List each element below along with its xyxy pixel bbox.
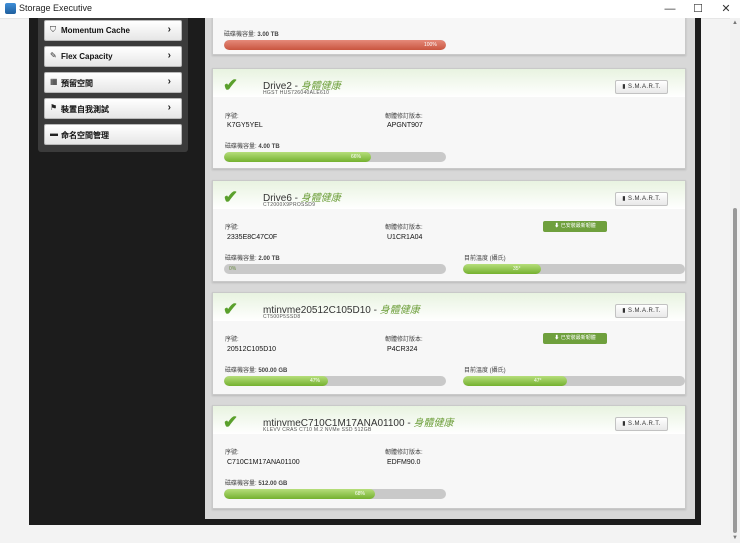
capacity-label: 磁碟機容量: 2.00 TB <box>225 256 280 262</box>
sidebar-item-flex-capacity[interactable]: ✎ Flex Capacity › <box>44 46 182 67</box>
drive-card: 磁碟機容量: 3.00 TB 100% <box>212 18 686 55</box>
sidebar-item-namespace[interactable]: ▬ 命名空間管理 <box>44 124 182 145</box>
grid-icon: ▦ <box>50 77 58 86</box>
maximize-button[interactable]: ☐ <box>684 0 712 18</box>
temperature-value: 35° <box>513 266 521 272</box>
drive-model: CT2000X9PROSSD9 <box>263 202 316 208</box>
temperature-bar-fill <box>463 264 541 274</box>
capacity-percent: 47% <box>310 378 321 384</box>
smart-button[interactable]: ▮ S.M.A.R.T. <box>615 304 668 318</box>
drive-card: ✔ mtinvmeC710C1M17ANA01100 - 身體健康 KLEVV … <box>212 405 686 509</box>
sidebar-item-label: 預留空間 <box>61 79 93 88</box>
capacity-percent: 100% <box>424 42 437 48</box>
drive-card: ✔ mtinvme20512C105D10 - 身體健康 CT500P5SSD8… <box>212 292 686 395</box>
health-status: 身體健康 <box>379 305 420 316</box>
serial-label: 序號: <box>225 225 239 231</box>
check-icon: ✔ <box>223 412 239 432</box>
health-status: 身體健康 <box>413 418 454 429</box>
chevron-right-icon: › <box>167 76 171 87</box>
check-icon: ✔ <box>223 299 239 319</box>
sidebar-item-label: Momentum Cache <box>61 26 130 35</box>
capacity-value: 4.00 TB <box>258 144 280 150</box>
title-bar: Storage Executive — ☐ ✕ <box>0 0 740 19</box>
sidebar-item-label: 命名空間管理 <box>61 131 109 140</box>
smart-button[interactable]: ▮ S.M.A.R.T. <box>615 192 668 206</box>
vertical-scrollbar[interactable]: ▲ ▼ <box>730 18 740 543</box>
capacity-bar: 66% <box>224 152 446 162</box>
sidebar-item-label: 裝置自我測試 <box>61 105 109 114</box>
close-button[interactable]: ✕ <box>712 0 740 18</box>
capacity-value: 500.00 GB <box>258 368 288 374</box>
capacity-bar: 0% <box>224 264 446 274</box>
capacity-label: 磁碟機容量: 512.00 GB <box>225 481 288 487</box>
capacity-bar-fill <box>224 152 371 162</box>
check-icon: ✔ <box>223 187 239 207</box>
firmware-value: P4CR324 <box>387 346 418 353</box>
serial-label: 序號: <box>225 337 239 343</box>
flag-icon: ⚑ <box>50 103 58 112</box>
sidebar-item-overprovisioning[interactable]: ▦ 預留空間 › <box>44 72 182 93</box>
window-title: Storage Executive <box>19 3 93 13</box>
chevron-right-icon: › <box>167 102 171 113</box>
capacity-percent: 68% <box>355 491 366 497</box>
smart-button[interactable]: ▮ S.M.A.R.T. <box>615 80 668 94</box>
smart-button[interactable]: ▮ S.M.A.R.T. <box>615 417 668 431</box>
capacity-value: 3.00 TB <box>257 32 279 38</box>
chevron-right-icon: › <box>167 50 171 61</box>
chevron-right-icon: › <box>167 24 171 35</box>
sidebar-item-self-test[interactable]: ⚑ 裝置自我測試 › <box>44 98 182 119</box>
temperature-label: 目前溫度 (攝氏) <box>464 256 506 262</box>
scroll-up-icon[interactable]: ▲ <box>732 20 738 26</box>
capacity-value: 512.00 GB <box>258 481 288 487</box>
firmware-up-to-date-button[interactable]: ⬇ 已安裝最新韌體 <box>543 333 607 344</box>
capacity-value: 2.00 TB <box>258 256 280 262</box>
firmware-value: APGNT907 <box>387 122 423 129</box>
capacity-bar-fill <box>224 40 446 50</box>
sidebar-item-label: Flex Capacity <box>61 52 113 61</box>
capacity-label: 磁碟機容量: 4.00 TB <box>225 144 280 150</box>
temperature-bar: 47° <box>463 376 685 386</box>
drive-model: CT500P5SSD8 <box>263 314 301 320</box>
firmware-label: 韌體修訂版本: <box>385 337 423 343</box>
serial-label: 序號: <box>225 114 239 120</box>
minimize-button[interactable]: — <box>656 0 684 18</box>
serial-value: C710C1M17ANA01100 <box>227 459 300 466</box>
serial-value: K7GY5YEL <box>227 122 263 129</box>
capacity-bar: 47% <box>224 376 446 386</box>
drive-card: ✔ Drive6 - 身體健康 CT2000X9PROSSD9 ▮ S.M.A.… <box>212 180 686 282</box>
capacity-label: 磁碟機容量: 500.00 GB <box>225 368 288 374</box>
capacity-percent: 66% <box>351 154 362 160</box>
scroll-thumb[interactable] <box>733 208 737 533</box>
capacity-bar-fill <box>224 489 375 499</box>
wrench-icon: ✎ <box>50 51 57 60</box>
app-icon <box>5 3 16 14</box>
capacity-label: 磁碟機容量: 3.00 TB <box>224 32 279 38</box>
firmware-value: U1CR1A04 <box>387 234 423 241</box>
drive-model: KLEVV CRAS C710 M.2 NVMe SSD 512GB <box>263 427 372 433</box>
capacity-bar: 100% <box>224 40 446 50</box>
sidebar: ⛉ Momentum Cache › ✎ Flex Capacity › ▦ 預… <box>38 18 188 152</box>
scroll-down-icon[interactable]: ▼ <box>732 535 738 541</box>
drive-icon: ▬ <box>50 129 58 138</box>
temperature-bar: 35° <box>463 264 685 274</box>
funnel-icon: ⛉ <box>50 25 56 34</box>
drive-model: HGST HUS726040ALE610 <box>263 90 330 96</box>
temperature-bar-fill <box>463 376 568 386</box>
sidebar-item-momentum-cache[interactable]: ⛉ Momentum Cache › <box>44 20 182 41</box>
capacity-bar: 68% <box>224 489 446 499</box>
temperature-value: 47° <box>534 378 542 384</box>
firmware-label: 韌體修訂版本: <box>385 225 423 231</box>
firmware-label: 韌體修訂版本: <box>385 114 423 120</box>
drive-card: ✔ Drive2 - 身體健康 HGST HUS726040ALE610 ▮ S… <box>212 68 686 169</box>
drive-list: 磁碟機容量: 3.00 TB 100% ✔ Drive2 - 身體健康 HGST… <box>205 18 695 519</box>
serial-value: 20512C105D10 <box>227 346 277 353</box>
firmware-label: 韌體修訂版本: <box>385 450 423 456</box>
capacity-percent: 0% <box>229 266 237 272</box>
firmware-up-to-date-button[interactable]: ⬇ 已安裝最新韌體 <box>543 221 607 232</box>
check-icon: ✔ <box>223 75 239 95</box>
temperature-label: 目前溫度 (攝氏) <box>464 368 506 374</box>
serial-value: 2335E8C47C0F <box>227 234 278 241</box>
serial-label: 序號: <box>225 450 239 456</box>
firmware-value: EDFM90.0 <box>387 459 421 466</box>
